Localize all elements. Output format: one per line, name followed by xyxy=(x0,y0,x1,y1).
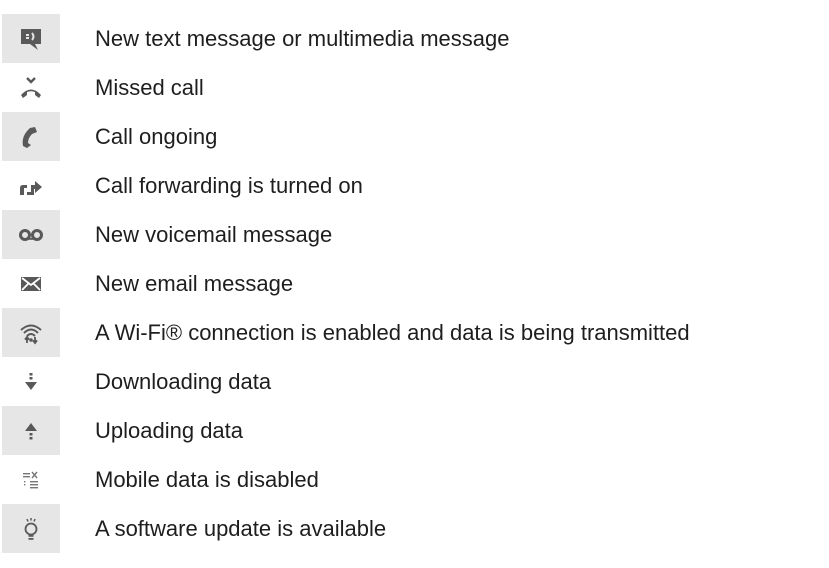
wifi-transmitting-icon xyxy=(2,308,60,357)
row-label: New voicemail message xyxy=(95,221,333,247)
row-label: New email message xyxy=(95,270,294,296)
call-forwarding-icon xyxy=(2,161,60,210)
row-label: Downloading data xyxy=(95,368,272,394)
download-icon xyxy=(2,357,60,406)
row-label: New text message or multimedia message xyxy=(95,25,510,51)
list-item: New email message xyxy=(0,259,829,308)
upload-icon xyxy=(2,406,60,455)
status-icon-list: New text message or multimedia message M… xyxy=(0,14,829,553)
missed-call-icon xyxy=(2,63,60,112)
list-item: Call ongoing xyxy=(0,112,829,161)
row-label: Call forwarding is turned on xyxy=(95,172,363,198)
row-label: Mobile data is disabled xyxy=(95,466,319,492)
list-item: Call forwarding is turned on xyxy=(0,161,829,210)
row-label: Missed call xyxy=(95,74,204,100)
list-item: Downloading data xyxy=(0,357,829,406)
list-item: Uploading data xyxy=(0,406,829,455)
call-ongoing-icon xyxy=(2,112,60,161)
row-label: A software update is available xyxy=(95,515,387,541)
voicemail-icon xyxy=(2,210,60,259)
list-item: New text message or multimedia message xyxy=(0,14,829,63)
list-item: Missed call xyxy=(0,63,829,112)
list-item: A Wi-Fi® connection is enabled and data … xyxy=(0,308,829,357)
new-message-icon xyxy=(2,14,60,63)
mobile-data-disabled-icon xyxy=(2,455,60,504)
list-item: A software update is available xyxy=(0,504,829,553)
row-label: Call ongoing xyxy=(95,123,218,149)
row-label: Uploading data xyxy=(95,417,244,443)
row-label: A Wi-Fi® connection is enabled and data … xyxy=(95,319,690,345)
software-update-icon xyxy=(2,504,60,553)
email-icon xyxy=(2,259,60,308)
list-item: Mobile data is disabled xyxy=(0,455,829,504)
list-item: New voicemail message xyxy=(0,210,829,259)
